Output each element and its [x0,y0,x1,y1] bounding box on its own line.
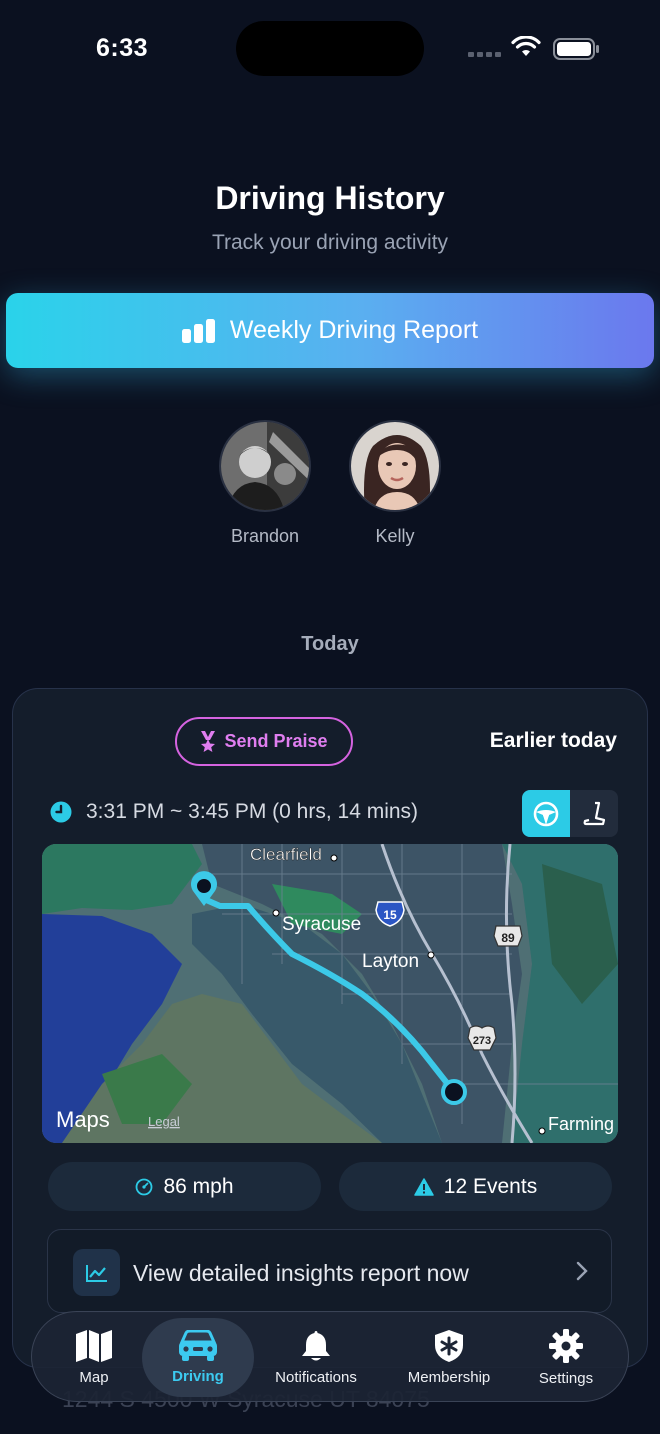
svg-text:15: 15 [383,908,397,922]
wifi-icon [511,36,541,56]
map-label-farming: Farming [548,1114,614,1134]
top-speed-value: 86 mph [163,1174,234,1198]
send-praise-button[interactable]: Send Praise [175,717,353,766]
tab-label: Map [79,1369,109,1386]
status-bar: 6:33 [0,0,660,100]
status-time: 6:33 [96,34,149,62]
tab-map[interactable]: Map [52,1318,136,1397]
trip-time-row: 3:31 PM ~ 3:45 PM (0 hrs, 14 mins) [50,800,418,824]
person-brandon[interactable]: Brandon [200,420,330,547]
speedometer-icon [136,1178,153,1195]
page-subtitle: Track your driving activity [211,231,449,254]
tab-driving[interactable]: Driving [142,1318,254,1397]
cellular-signal-icon [468,52,502,58]
shield-icon [435,1330,463,1362]
insights-report-label: View detailed insights report now [133,1260,469,1286]
weekly-report-label: Weekly Driving Report [229,316,479,344]
person-name: Brandon [230,526,300,546]
map-label-layton: Layton [362,951,419,972]
top-speed-stat: 86 mph [48,1162,321,1211]
tab-bar: Map Driving Notifications Membership Set… [31,1311,629,1402]
svg-text:273: 273 [473,1035,491,1047]
battery-icon [553,38,599,60]
section-label-today: Today [301,633,359,655]
map-view-toggle [522,790,618,837]
steering-wheel-icon [533,801,559,826]
tab-label: Driving [172,1368,224,1385]
tab-membership[interactable]: Membership [396,1318,502,1397]
person-kelly[interactable]: Kelly [330,420,460,547]
route-89-shield: 89 [493,925,523,947]
tab-notifications[interactable]: Notifications [264,1318,368,1397]
insights-report-link[interactable]: View detailed insights report now [47,1229,612,1313]
tab-label: Settings [538,1370,594,1387]
car-icon [179,1330,217,1361]
tab-label: Notifications [275,1369,357,1386]
person-name: Kelly [375,526,415,546]
passenger-view-button[interactable] [570,790,618,837]
tab-label: Membership [407,1369,491,1386]
page-title: Driving History [215,180,445,216]
send-praise-label: Send Praise [224,731,328,751]
svg-text:89: 89 [501,931,515,945]
clock-icon [50,801,72,823]
trip-time-range: 3:31 PM ~ 3:45 PM (0 hrs, 14 mins) [86,800,419,823]
chevron-right-icon [576,1261,588,1281]
events-stat[interactable]: 12 Events [339,1162,612,1211]
warning-icon [414,1177,434,1196]
bell-icon [302,1331,330,1361]
dynamic-island [236,21,424,76]
gear-icon [549,1329,583,1363]
maps-legal-link[interactable]: Legal [148,1114,180,1129]
driver-view-button[interactable] [522,790,570,837]
tab-settings[interactable]: Settings [522,1318,610,1397]
map-label-syracuse: Syracuse [282,914,361,935]
page-header: Driving History Track your driving activ… [0,160,660,255]
medal-icon [201,730,216,752]
route-273-shield: 273 [467,1025,497,1051]
weekly-report-button[interactable]: Weekly Driving Report [6,293,654,368]
events-count: 12 Events [443,1174,538,1198]
avatar [349,420,441,512]
car-seat-icon [583,801,606,825]
avatar [219,420,311,512]
map-icon [76,1330,112,1362]
trip-date-label: Earlier today [489,729,617,752]
maps-brand-label: Maps [56,1107,110,1132]
map-label-clearfield: Clearfield [250,845,322,864]
trip-map[interactable]: Clearfield Syracuse Layton Farming 15 89… [42,844,618,1143]
trend-chart-icon [73,1249,120,1296]
bar-chart-icon [181,318,215,343]
